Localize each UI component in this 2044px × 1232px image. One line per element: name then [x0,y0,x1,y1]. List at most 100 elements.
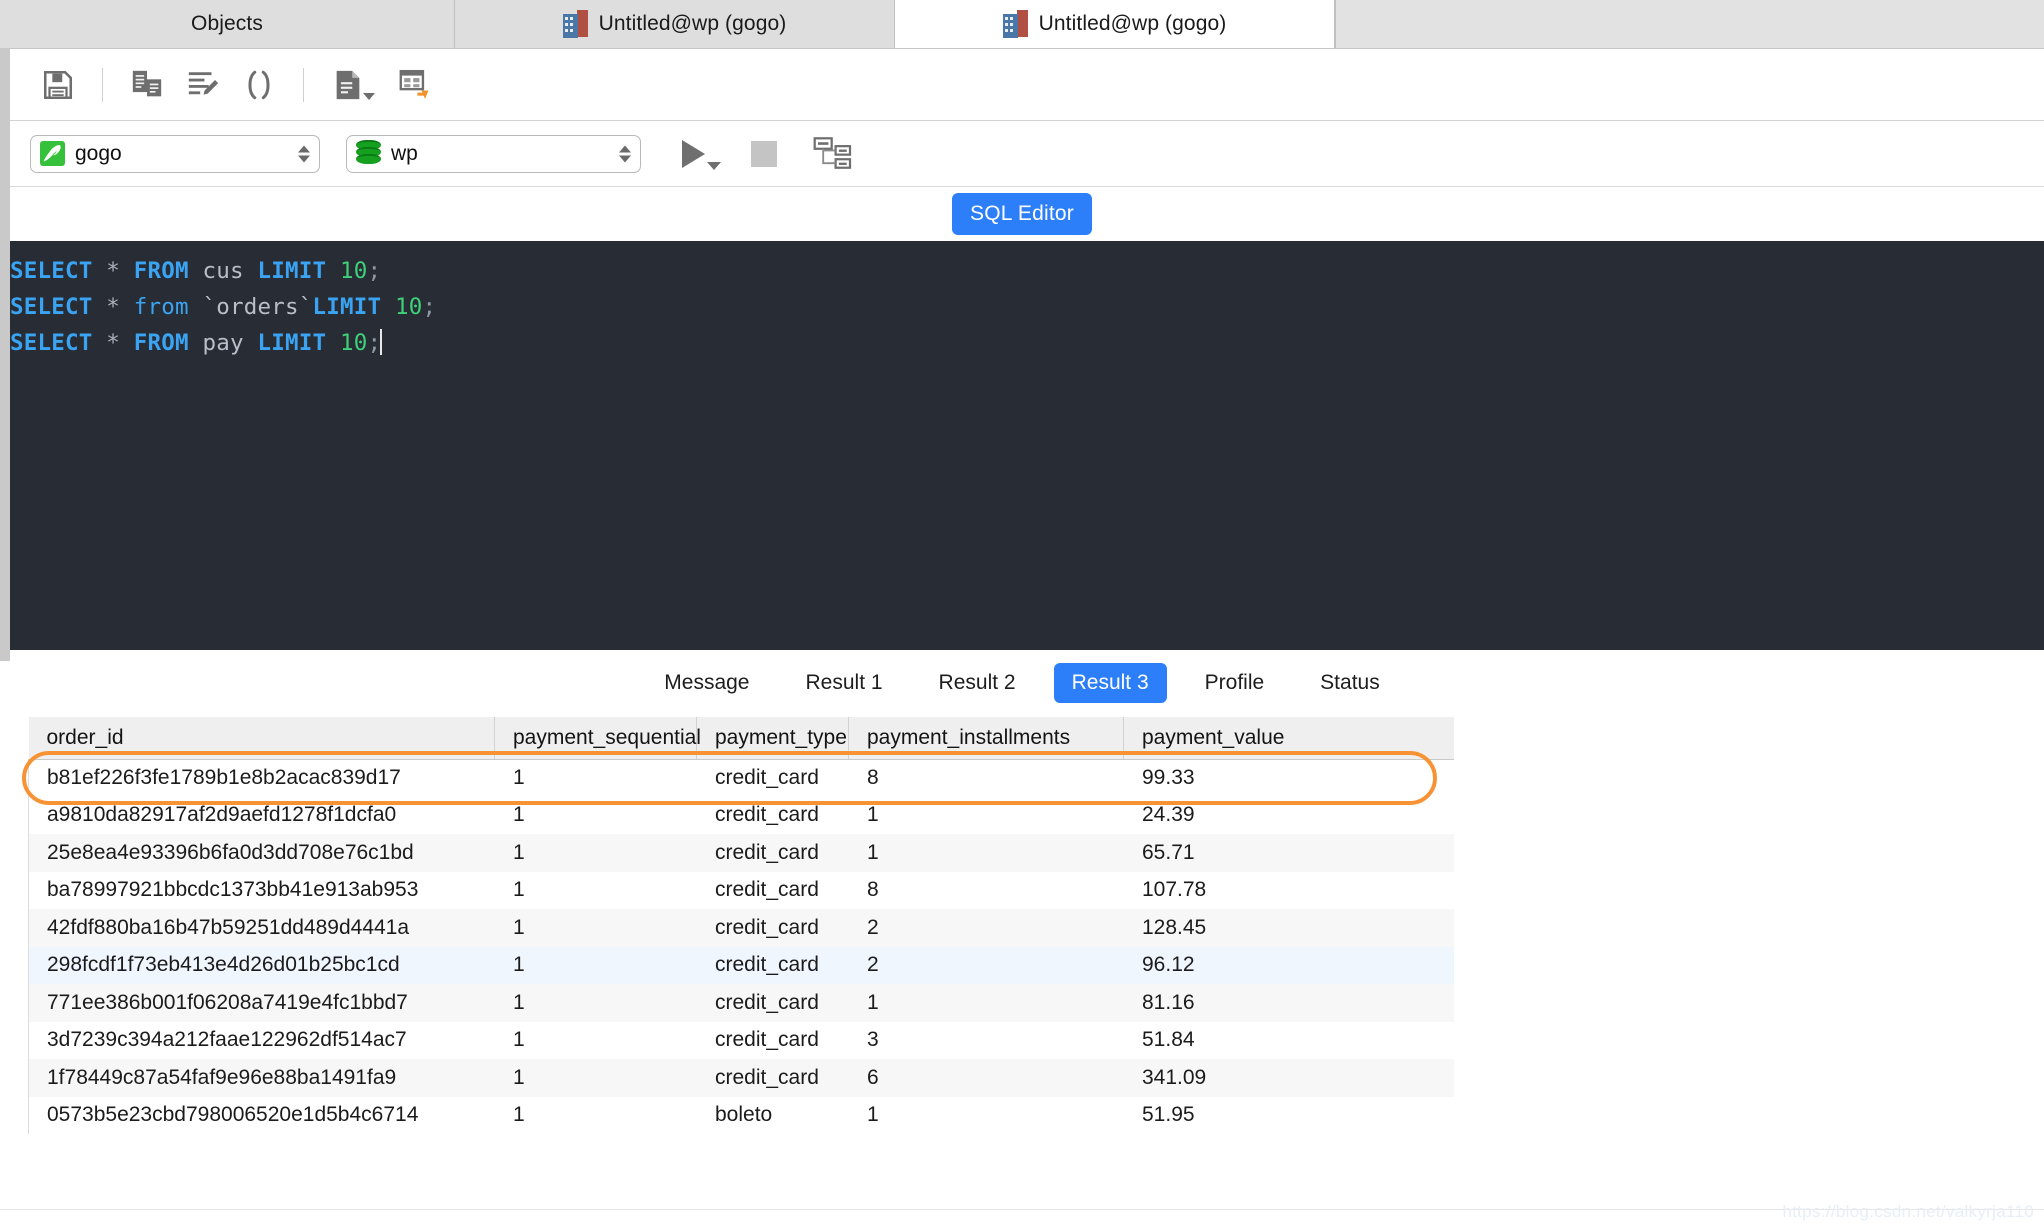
tab-query-1[interactable]: Untitled@wp (gogo) [455,0,895,48]
cell-order_id[interactable]: b81ef226f3fe1789b1e8b2acac839d17 [28,759,495,797]
run-options-chevron-icon[interactable] [707,161,721,170]
result-grid-container[interactable]: order_id payment_sequential payment_type pa… [0,717,2044,1134]
connection-select[interactable]: gogo [30,134,320,173]
column-header-order_id[interactable]: order_id [28,717,495,760]
cell-payment_type[interactable]: boleto [697,1097,849,1135]
database-stepper[interactable] [619,145,631,162]
result-tab-result-1[interactable]: Result 1 [788,663,901,703]
cell-order_id[interactable]: 298fcdf1f73eb413e4d26d01b25bc1cd [28,946,495,984]
cell-order_id[interactable]: 1f78449c87a54faf9e96e88ba1491fa9 [28,1059,495,1097]
table-row[interactable]: b81ef226f3fe1789b1e8b2acac839d17 1 credit_… [28,759,1454,797]
cell-payment_installments[interactable]: 3 [849,1022,1124,1060]
database-name: wp [391,141,418,165]
cell-payment_sequential[interactable]: 1 [494,834,697,872]
cell-payment_value[interactable]: 107.78 [1124,872,1454,910]
cell-payment_value[interactable]: 128.45 [1123,909,1454,947]
tab-label: Untitled@wp (gogo) [1038,12,1227,35]
cell-payment_installments[interactable]: 2 [848,909,1124,947]
table-row[interactable]: 42fdf880ba16b47b59251dd489d4441a 1 credit_… [28,909,1454,947]
cell-payment_type[interactable]: credit_card [696,909,849,947]
data-transfer-icon [399,69,429,99]
beautify-sql-button[interactable] [175,57,231,113]
cell-payment_value[interactable]: 51.95 [1124,1097,1454,1135]
save-button[interactable] [30,57,86,113]
cell-payment_value[interactable]: 81.16 [1123,984,1454,1022]
tab-query-2[interactable]: Untitled@wp (gogo) [895,0,1335,48]
cell-payment_installments[interactable]: 1 [848,834,1124,872]
cell-order_id[interactable]: ba78997921bbcdc1373bb41e913ab953 [28,871,495,909]
export-result-button[interactable] [320,57,376,113]
column-header-payment_type[interactable]: payment_type [696,717,849,760]
cell-order_id[interactable]: a9810da82917af2d9aefd1278f1dcfa0 [28,796,495,834]
cell-payment_type[interactable]: credit_card [697,1022,849,1060]
cell-payment_type[interactable]: credit_card [696,834,849,872]
table-row[interactable]: 0573b5e23cbd798006520e1d5b4c6714 1 boleto 1… [28,1096,1454,1135]
column-header-payment_sequential[interactable]: payment_sequential [494,717,701,760]
table-row[interactable]: 1f78449c87a54faf9e96e88ba1491fa9 1 credit_… [28,1059,1454,1097]
cell-order_id[interactable]: 0573b5e23cbd798006520e1d5b4c6714 [28,1096,495,1134]
stop-button[interactable] [751,140,777,167]
column-header-payment_installments[interactable]: payment_installments [848,717,1124,760]
cell-payment_type[interactable]: credit_card [696,946,849,984]
cell-order_id[interactable]: 25e8ea4e93396b6fa0d3dd708e76c1bd [28,834,495,872]
cell-payment_type[interactable]: credit_card [697,759,849,797]
cell-payment_value[interactable]: 96.12 [1123,946,1454,984]
cell-payment_installments[interactable]: 8 [849,872,1124,910]
run-button[interactable] [663,132,723,176]
table-row[interactable]: 25e8ea4e93396b6fa0d3dd708e76c1bd 1 credit_… [28,834,1454,872]
result-tab-message[interactable]: Message [646,663,767,703]
table-row[interactable]: 771ee386b001f06208a7419e4fc1bbd7 1 credit_… [28,984,1454,1022]
table-row[interactable]: 3d7239c394a212faae122962df514ac7 1 credit_… [28,1021,1454,1060]
cell-payment_installments[interactable]: 8 [849,759,1124,797]
grid-header-row[interactable]: order_id payment_sequential payment_type pa… [28,717,1454,760]
explain-plan-button[interactable] [813,136,853,171]
table-row[interactable]: a9810da82917af2d9aefd1278f1dcfa0 1 credit_… [28,796,1454,835]
code-snippet-button[interactable] [231,57,287,113]
cell-payment_value[interactable]: 65.71 [1123,834,1454,872]
text-caret [380,329,383,355]
connection-stepper[interactable] [298,145,310,162]
sql-code-text[interactable]: SELECT * FROM cus LIMIT 10; SELECT * from… [10,241,2044,650]
cell-order_id[interactable]: 3d7239c394a212faae122962df514ac7 [28,1021,495,1059]
result-tab-result-3[interactable]: Result 3 [1053,663,1167,703]
column-header-payment_value[interactable]: payment_value [1123,717,1454,760]
database-building-icon [562,10,589,38]
sql-editor-area[interactable]: SELECT * FROM cus LIMIT 10; SELECT * from… [0,241,2044,650]
cell-payment_value[interactable]: 51.84 [1124,1022,1454,1060]
cell-payment_sequential[interactable]: 1 [495,872,697,910]
table-row[interactable]: 298fcdf1f73eb413e4d26d01b25bc1cd 1 credit_… [28,946,1454,984]
cell-payment_type[interactable]: credit_card [696,984,849,1022]
cell-payment_sequential[interactable]: 1 [494,1059,697,1097]
result-tab-profile[interactable]: Profile [1187,663,1283,703]
cell-payment_sequential[interactable]: 1 [494,984,697,1022]
result-tab-result-2[interactable]: Result 2 [921,663,1034,703]
sql-editor-badge[interactable]: SQL Editor [952,193,1092,235]
cell-payment_type[interactable]: credit_card [697,797,849,835]
cell-payment_installments[interactable]: 1 [848,984,1124,1022]
table-row[interactable]: ba78997921bbcdc1373bb41e913ab953 1 credit_… [28,871,1454,910]
cell-payment_installments[interactable]: 6 [848,1059,1124,1097]
copy-query-button[interactable] [119,57,175,113]
cell-payment_type[interactable]: credit_card [697,872,849,910]
cell-payment_value[interactable]: 99.33 [1124,759,1454,797]
data-transfer-button[interactable] [388,57,444,113]
cell-payment_type[interactable]: credit_card [696,1059,849,1097]
cell-payment_installments[interactable]: 1 [849,1097,1124,1135]
result-tab-status[interactable]: Status [1302,663,1398,703]
cell-order_id[interactable]: 42fdf880ba16b47b59251dd489d4441a [28,909,495,947]
cell-payment_installments[interactable]: 2 [848,946,1124,984]
cell-payment_sequential[interactable]: 1 [495,1097,697,1135]
watermark-text: https://blog.csdn.net/valkyrja110 [1782,1202,2034,1221]
cell-payment_sequential[interactable]: 1 [494,946,697,984]
cell-payment_sequential[interactable]: 1 [494,909,697,947]
cell-payment_value[interactable]: 24.39 [1124,797,1454,835]
tab-objects[interactable]: Objects [0,0,455,48]
chevron-down-icon [363,92,375,100]
cell-payment_sequential[interactable]: 1 [495,797,697,835]
database-select[interactable]: wp [346,134,641,173]
cell-payment_installments[interactable]: 1 [849,797,1124,835]
cell-payment_sequential[interactable]: 1 [495,1022,697,1060]
cell-payment_value[interactable]: 341.09 [1123,1059,1454,1097]
cell-payment_sequential[interactable]: 1 [495,759,697,797]
cell-order_id[interactable]: 771ee386b001f06208a7419e4fc1bbd7 [28,984,495,1022]
